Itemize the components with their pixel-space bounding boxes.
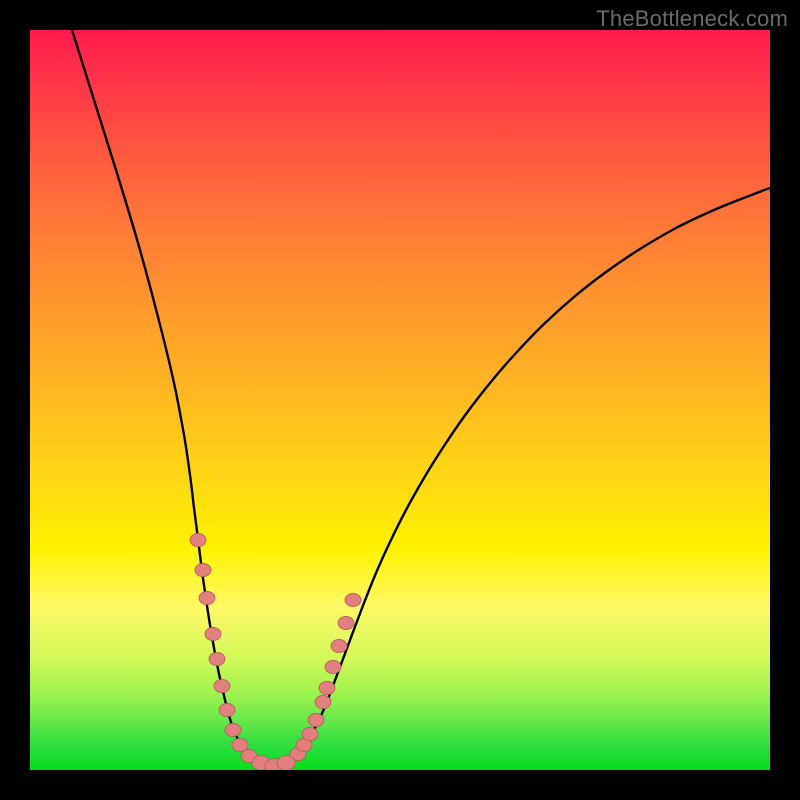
data-dot (190, 533, 206, 546)
data-dot (331, 639, 347, 652)
data-dot (319, 681, 335, 694)
chart-svg-layer (30, 30, 770, 770)
data-dot (325, 660, 341, 673)
data-dot (338, 616, 354, 629)
scatter-left-branch (190, 533, 257, 762)
data-dot (195, 563, 211, 576)
chart-plot-area (30, 30, 770, 770)
scatter-trough (252, 756, 295, 770)
data-dot (308, 713, 324, 726)
chart-frame: TheBottleneck.com (0, 0, 800, 800)
data-dot (205, 627, 221, 640)
data-dot (219, 703, 235, 716)
data-dot (225, 723, 241, 736)
data-dot (345, 593, 361, 606)
scatter-right-branch (290, 593, 361, 760)
data-dot (277, 756, 295, 770)
watermark-text: TheBottleneck.com (596, 6, 788, 32)
data-dot (209, 652, 225, 665)
data-dot (214, 679, 230, 692)
data-dot (315, 695, 331, 708)
bottleneck-curve (72, 30, 770, 767)
data-dot (199, 591, 215, 604)
data-dot (232, 738, 248, 751)
data-dot (302, 727, 318, 740)
